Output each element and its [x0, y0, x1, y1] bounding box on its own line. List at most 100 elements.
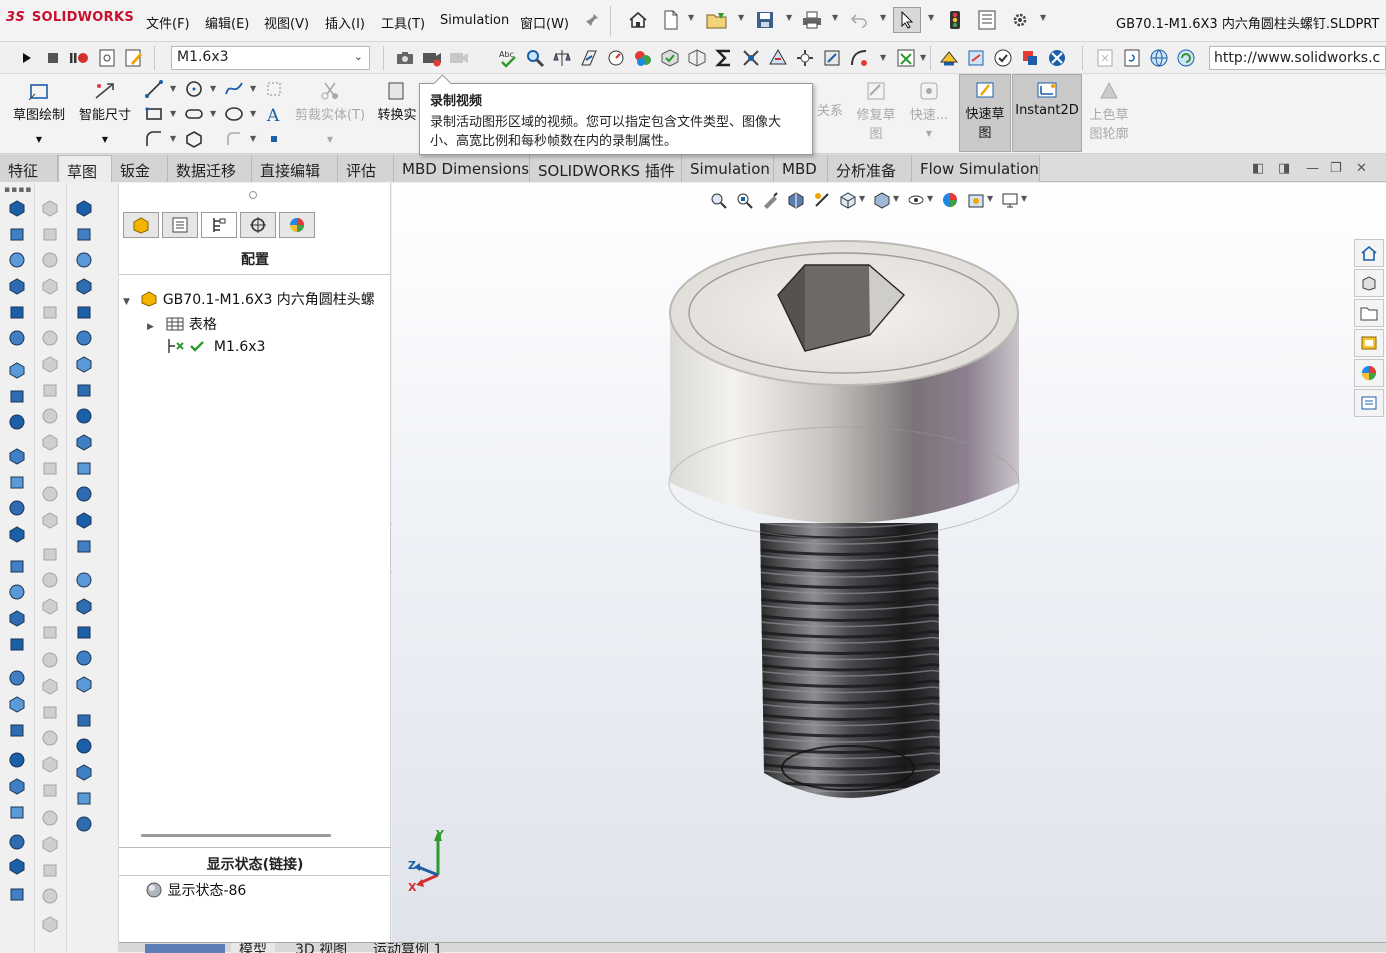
utility-tool-18-icon[interactable] [73, 647, 95, 669]
slot-icon[interactable] [183, 103, 205, 125]
print-icon[interactable] [801, 9, 823, 31]
collapse-left-icon[interactable]: ◧ [1252, 161, 1264, 176]
collapse-right-icon[interactable]: ◨ [1278, 161, 1290, 176]
utility-tool-9-icon[interactable] [73, 405, 95, 427]
utility-tool-15-icon[interactable] [73, 569, 95, 591]
feature-tool-3-icon[interactable] [6, 249, 28, 271]
fillet-icon[interactable] [143, 128, 165, 150]
tab-solidworks-addins[interactable]: SOLIDWORKS 插件 [530, 155, 682, 182]
menu-edit[interactable]: 编辑(E) [205, 13, 249, 32]
utility-tool-13-icon[interactable] [73, 509, 95, 531]
tab-sketch[interactable]: 草图 [58, 155, 112, 182]
smart-dimension-button[interactable]: 智能尺寸 ▼ [74, 76, 136, 144]
chevron-down-icon[interactable]: ▼ [1040, 13, 1046, 22]
sketch-tool-18-icon[interactable] [39, 649, 61, 671]
undo-icon[interactable] [848, 9, 870, 31]
sketch-tool-2-icon[interactable] [39, 223, 61, 245]
check-icon[interactable] [659, 47, 681, 69]
restore-icon[interactable]: ❐ [1330, 161, 1342, 176]
feature-tool-14-icon[interactable] [6, 555, 28, 577]
menu-window[interactable]: 窗口(W) [520, 13, 569, 32]
tab-property-manager[interactable] [162, 212, 198, 238]
utility-tool-12-icon[interactable] [73, 483, 95, 505]
feature-tool-7-icon[interactable] [6, 359, 28, 381]
utility-tool-7-icon[interactable] [73, 353, 95, 375]
file-properties-icon[interactable] [976, 9, 998, 31]
instant2d-button[interactable]: Instant2D [1012, 74, 1082, 152]
feature-tool-22-icon[interactable] [6, 775, 28, 797]
text-icon[interactable]: A [263, 103, 285, 125]
utility-tool-1-icon[interactable] [73, 197, 95, 219]
configuration-select[interactable]: M1.6x3 ⌄ [171, 46, 370, 70]
web-refresh-icon[interactable] [1175, 47, 1197, 69]
shaded-sketch-contours-button[interactable]: 上色草 图轮廓 [1084, 76, 1134, 142]
menu-view[interactable]: 视图(V) [264, 13, 309, 32]
model-screw[interactable] [392, 183, 1386, 952]
url-input[interactable]: http://www.solidworks.c [1209, 46, 1386, 70]
sketch-tool-8-icon[interactable] [39, 379, 61, 401]
sketch-tool-5-icon[interactable] [39, 301, 61, 323]
chevron-down-icon[interactable]: ▼ [210, 109, 216, 118]
menu-tools[interactable]: 工具(T) [381, 13, 425, 32]
feature-tool-19-icon[interactable] [6, 693, 28, 715]
utility-tool-6-icon[interactable] [73, 327, 95, 349]
utility-tool-10-icon[interactable] [73, 431, 95, 453]
tab-sheet-metal[interactable]: 钣金 [112, 155, 168, 182]
feature-tool-1-icon[interactable] [6, 197, 28, 219]
chevron-down-icon[interactable]: ▼ [738, 13, 744, 22]
feature-tool-12-icon[interactable] [6, 497, 28, 519]
chevron-down-icon[interactable]: ▼ [170, 109, 176, 118]
utility-tool-20-icon[interactable] [73, 709, 95, 731]
tab-features[interactable]: 特征 [0, 155, 58, 182]
feature-tool-8-icon[interactable] [6, 385, 28, 407]
chevron-down-icon[interactable]: ▼ [74, 135, 136, 144]
panel-grip-icon[interactable] [249, 191, 257, 199]
edit-macro-icon[interactable] [123, 47, 145, 69]
close-document-icon[interactable] [1094, 47, 1116, 69]
sketch-tool-4-icon[interactable] [39, 275, 61, 297]
clear-cache-icon[interactable] [1046, 47, 1068, 69]
menu-insert[interactable]: 插入(I) [325, 13, 365, 32]
utility-tool-22-icon[interactable] [73, 761, 95, 783]
chevron-down-icon[interactable]: ▼ [786, 13, 792, 22]
feature-tool-26-icon[interactable] [6, 883, 28, 905]
parting-line-icon[interactable] [794, 47, 816, 69]
sketch-tool-14-icon[interactable] [39, 543, 61, 565]
chevron-down-icon[interactable]: ▼ [928, 13, 934, 22]
sketch-button[interactable]: 草图绘制 ▼ [4, 76, 74, 144]
home-icon[interactable] [627, 9, 649, 31]
sketch-tool-23-icon[interactable] [39, 779, 61, 801]
chevron-down-icon[interactable]: ▼ [4, 135, 74, 144]
utility-tool-16-icon[interactable] [73, 595, 95, 617]
chevron-down-icon[interactable]: ▼ [250, 134, 256, 143]
sketch-tool-6-icon[interactable] [39, 327, 61, 349]
rectangle-icon[interactable] [143, 103, 165, 125]
circle-icon[interactable] [183, 78, 205, 100]
mass-properties-icon[interactable] [551, 47, 573, 69]
tab-direct-editing[interactable]: 直接编辑 [252, 155, 338, 182]
web-globe-icon[interactable] [1148, 47, 1170, 69]
feature-tool-4-icon[interactable] [6, 275, 28, 297]
chevron-down-icon[interactable]: ▼ [688, 13, 694, 22]
trim-entities-button[interactable]: 剪裁实体(T) ▼ [294, 76, 366, 144]
graphics-area[interactable]: ▼ ▼ ▼ ▼ ▼ Y Z X [392, 183, 1386, 952]
sketch-tool-11-icon[interactable] [39, 457, 61, 479]
record-video-icon[interactable] [421, 47, 443, 69]
curvature-icon[interactable] [848, 47, 870, 69]
sketch-tool-24-icon[interactable] [39, 807, 61, 829]
chevron-down-icon[interactable]: ▼ [880, 53, 886, 62]
feature-tool-25-icon[interactable] [6, 855, 28, 877]
strip-grip-icon[interactable]: ▪▪▪▪ [4, 185, 32, 195]
feature-tool-18-icon[interactable] [6, 667, 28, 689]
tab-dimxpert-manager[interactable] [240, 212, 276, 238]
chevron-down-icon[interactable]: ▼ [123, 297, 130, 307]
utility-tool-4-icon[interactable] [73, 275, 95, 297]
utility-tool-11-icon[interactable] [73, 457, 95, 479]
feature-tool-16-icon[interactable] [6, 607, 28, 629]
utility-tool-17-icon[interactable] [73, 621, 95, 643]
display-relations-button[interactable]: 关系 [812, 100, 848, 119]
tab-display-manager[interactable] [279, 212, 315, 238]
utility-tool-3-icon[interactable] [73, 249, 95, 271]
spline-icon[interactable] [223, 78, 245, 100]
chevron-down-icon[interactable]: ▼ [250, 84, 256, 93]
